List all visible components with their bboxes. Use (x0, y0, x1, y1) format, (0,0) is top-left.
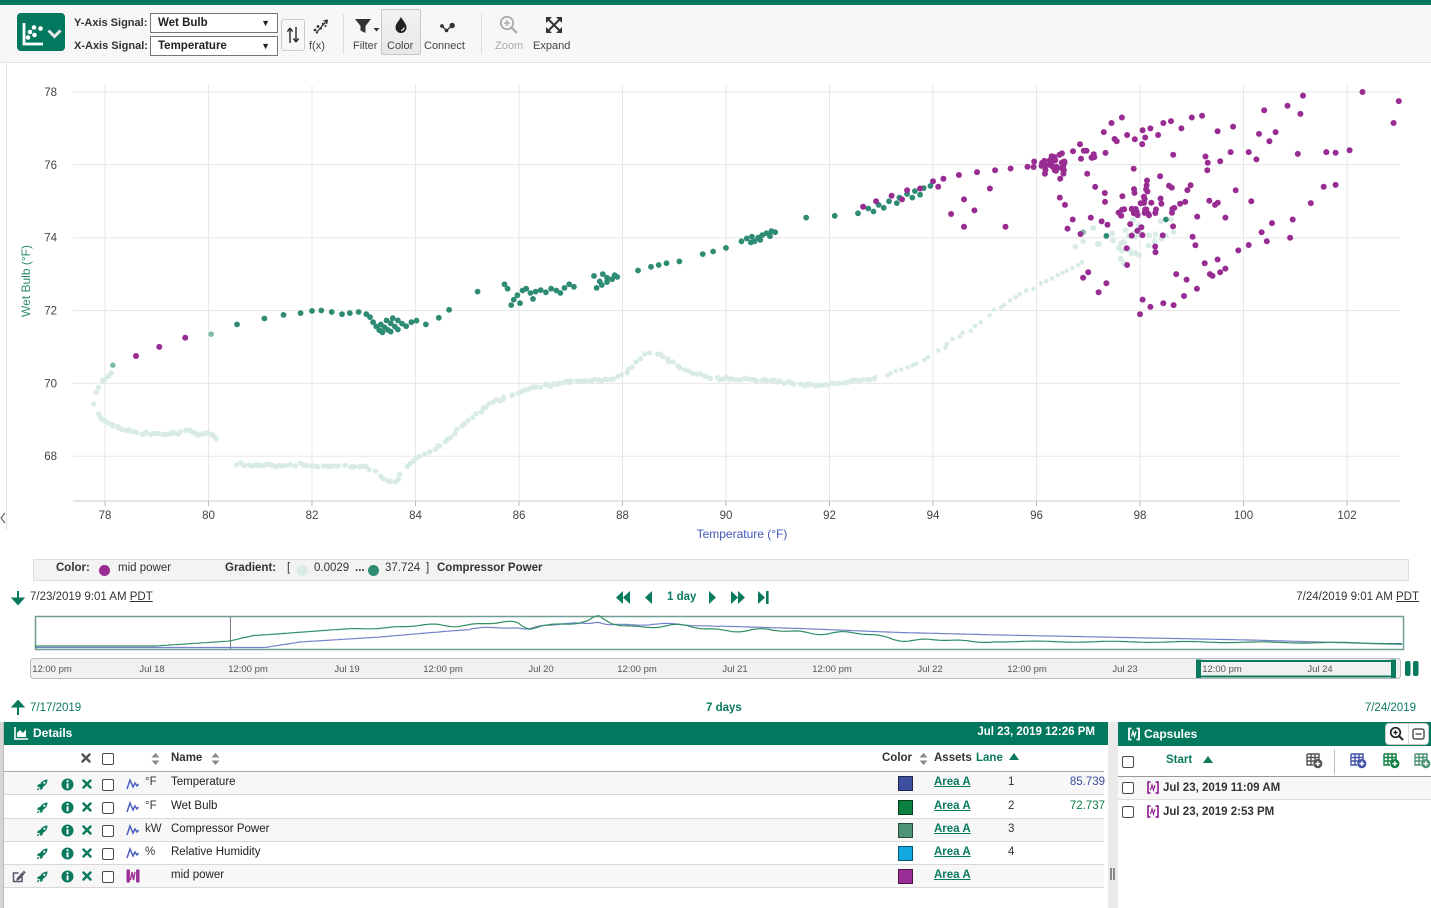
svg-text:82: 82 (306, 510, 319, 522)
svg-text:Jul 23: Jul 23 (1112, 664, 1137, 675)
svg-text:94: 94 (927, 510, 940, 522)
svg-text:12:00 pm: 12:00 pm (1202, 664, 1242, 675)
svg-text:86: 86 (513, 510, 526, 522)
svg-text:12:00 pm: 12:00 pm (228, 664, 268, 675)
svg-text:12:00 pm: 12:00 pm (1007, 664, 1047, 675)
svg-text:74: 74 (44, 233, 57, 245)
svg-text:68: 68 (44, 451, 57, 463)
svg-text:88: 88 (616, 510, 629, 522)
svg-text:78: 78 (44, 87, 57, 99)
svg-text:70: 70 (44, 378, 57, 390)
svg-text:92: 92 (823, 510, 836, 522)
svg-text:84: 84 (409, 510, 422, 522)
svg-text:100: 100 (1234, 510, 1253, 522)
svg-text:102: 102 (1337, 510, 1356, 522)
svg-text:96: 96 (1030, 510, 1043, 522)
svg-text:Jul 18: Jul 18 (139, 664, 164, 675)
svg-text:Jul 20: Jul 20 (528, 664, 553, 675)
svg-text:80: 80 (202, 510, 215, 522)
svg-text:12:00 pm: 12:00 pm (617, 664, 657, 675)
svg-text:Jul 24: Jul 24 (1307, 664, 1332, 675)
svg-text:90: 90 (720, 510, 733, 522)
svg-text:Wet Bulb (°F): Wet Bulb (°F) (19, 245, 33, 317)
svg-text:76: 76 (44, 160, 57, 172)
svg-text:Temperature (°F): Temperature (°F) (697, 527, 788, 541)
svg-text:12:00 pm: 12:00 pm (32, 664, 72, 675)
svg-text:78: 78 (99, 510, 112, 522)
svg-text:Jul 21: Jul 21 (722, 664, 747, 675)
svg-text:72: 72 (44, 306, 57, 318)
svg-text:12:00 pm: 12:00 pm (812, 664, 852, 675)
svg-text:Jul 19: Jul 19 (334, 664, 359, 675)
svg-text:Jul 22: Jul 22 (917, 664, 942, 675)
svg-text:12:00 pm: 12:00 pm (423, 664, 463, 675)
svg-text:98: 98 (1134, 510, 1147, 522)
